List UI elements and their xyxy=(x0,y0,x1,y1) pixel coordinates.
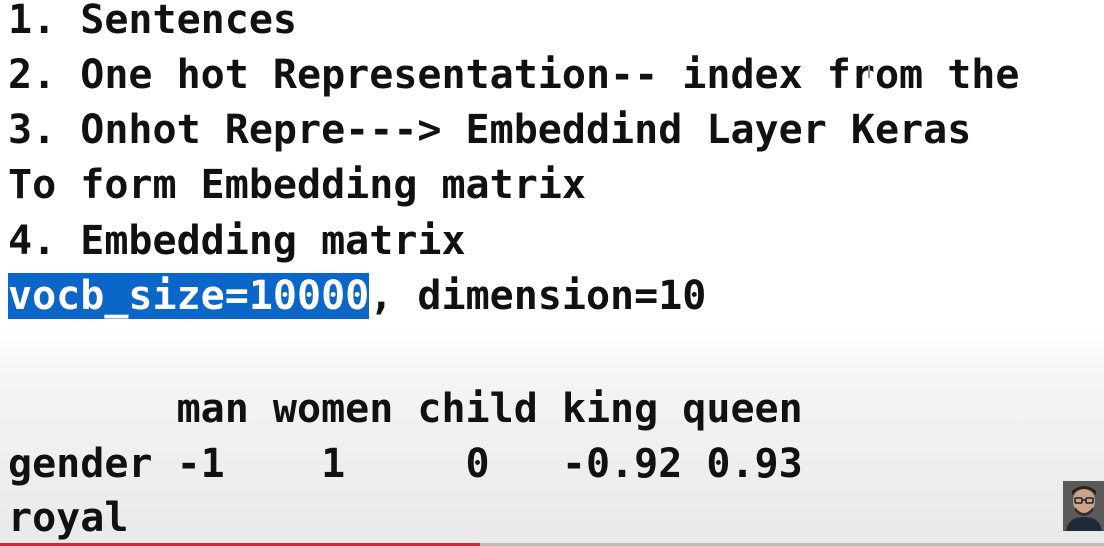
unselected-text: , dimension=10 xyxy=(369,273,707,319)
text-editor[interactable]: 1. Sentences 2. One hot Representation--… xyxy=(0,0,1104,546)
editor-line-5: 4. Embedding matrix xyxy=(8,218,466,264)
table-row-gender: gender -1 1 0 -0.92 0.93 xyxy=(8,441,803,487)
selected-text[interactable]: vocb_size=10000 xyxy=(8,273,370,319)
i-beam-cursor-icon xyxy=(868,66,870,78)
editor-line-6: vocb_size=10000, dimension=10 xyxy=(8,272,706,320)
editor-line-4: To form Embedding matrix xyxy=(8,162,586,208)
presenter-avatar-icon xyxy=(1063,481,1104,531)
table-row-royal: royal xyxy=(8,495,129,541)
table-header-line: man women child king queen xyxy=(8,386,803,432)
editor-line-3: 3. Onhot Repre---> Embeddind Layer Keras xyxy=(8,107,972,153)
editor-line-1: 1. Sentences xyxy=(8,0,297,43)
avatar-graphic xyxy=(1063,481,1104,531)
